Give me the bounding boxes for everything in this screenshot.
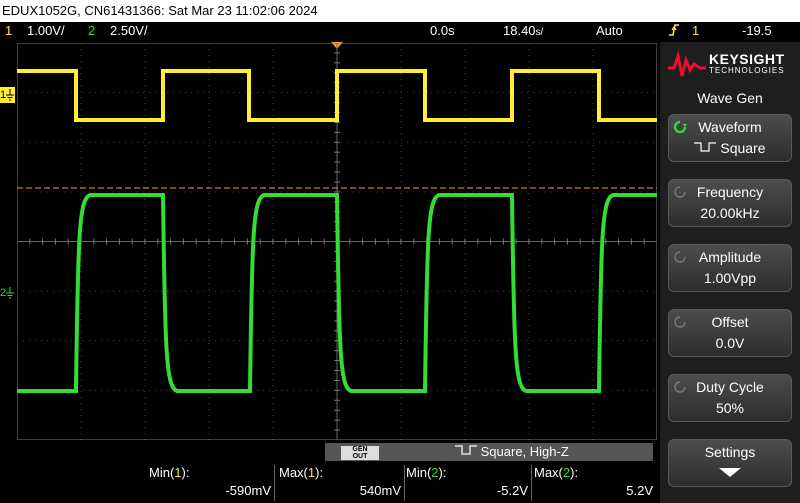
measurement-label-post: ):: [570, 465, 579, 480]
softkey-value: 1.00Vpp: [703, 270, 757, 286]
measurement-value: 5.2V: [626, 483, 653, 498]
measurement-label-pre: Max(: [279, 465, 308, 480]
softkey-label: Waveform: [698, 119, 762, 135]
trigger-mode[interactable]: Auto: [596, 22, 623, 40]
ch1-ground-marker[interactable]: 1: [0, 87, 15, 103]
softkey-amplitude[interactable]: Amplitude 1.00Vpp: [668, 244, 792, 292]
gen-out-line2: OUT: [352, 453, 368, 460]
measurement-label-post: ):: [181, 465, 190, 480]
trigger-level[interactable]: -19.5: [742, 22, 772, 40]
gen-out-line1: GEN: [352, 446, 368, 453]
ground-icon: [6, 287, 14, 299]
softkey-settings[interactable]: Settings: [668, 439, 792, 487]
time-offset[interactable]: 0.0s: [430, 22, 455, 40]
ch2-ground-marker[interactable]: 2: [0, 285, 15, 301]
measurement-label: Max(1):: [279, 465, 323, 480]
measurement-label-post: ):: [315, 465, 324, 480]
time-scale-unit: s/: [535, 27, 544, 38]
submenu-arrow-icon: [669, 465, 791, 481]
measurement-label-pre: Max(: [534, 465, 563, 480]
softkey-value: Square: [669, 140, 791, 156]
ch1-scale[interactable]: 1.00V/: [27, 22, 65, 40]
wavegen-summary-text: Square, High-Z: [480, 444, 569, 459]
measurement-channel: 2: [431, 465, 439, 480]
softkey-value: 50%: [715, 400, 745, 416]
measurement-value: 540mV: [359, 483, 401, 498]
square-wave-icon: [694, 142, 717, 152]
softkey-label: Amplitude: [698, 249, 762, 265]
gen-out-indicator: GEN OUT: [341, 446, 379, 460]
waveform-display[interactable]: [17, 43, 657, 440]
ch1-waveform: [17, 69, 657, 122]
measurement-label-pre: Min(: [149, 465, 175, 480]
measurement-min-ch2[interactable]: Min(2): -5.2V: [402, 463, 532, 503]
measurement-max-ch1[interactable]: Max(1): 540mV: [275, 463, 405, 503]
softkey-label: Offset: [711, 314, 749, 330]
ch2-number[interactable]: 2: [88, 22, 95, 40]
measurement-label: Max(2):: [534, 465, 578, 480]
softkey-value: 0.0V: [715, 335, 745, 351]
measurement-label: Min(1):: [149, 465, 189, 480]
softkey-frequency[interactable]: Frequency 20.00kHz: [668, 179, 792, 227]
measurement-min-ch1[interactable]: Min(1): -590mV: [145, 463, 275, 503]
ch2-scale[interactable]: 2.50V/: [110, 22, 148, 40]
measurement-label-post: ):: [438, 465, 447, 480]
trigger-channel[interactable]: 1: [692, 22, 699, 40]
brand-name: KEYSIGHT: [709, 51, 785, 67]
time-scale[interactable]: 18.40s/: [503, 22, 543, 42]
ch1-number[interactable]: 1: [5, 22, 12, 40]
square-wave-icon: [455, 445, 477, 455]
softkey-value: 20.00kHz: [700, 205, 760, 221]
ground-icon: [6, 89, 14, 101]
measurement-label-pre: Min(: [406, 465, 432, 480]
softkey-label: Frequency: [696, 184, 764, 200]
menu-title: Wave Gen: [697, 90, 763, 106]
softkey-duty-cycle[interactable]: Duty Cycle 50%: [668, 374, 792, 422]
time-scale-value: 18.40: [503, 23, 536, 38]
trigger-edge-icon: [668, 22, 680, 43]
measurement-max-ch2[interactable]: Max(2): 5.2V: [530, 463, 657, 503]
brand-subtitle: TECHNOLOGIES: [709, 66, 785, 75]
title-bar: EDUX1052G, CN61431366: Sat Mar 23 11:02:…: [0, 0, 800, 22]
softkey-label: Duty Cycle: [696, 379, 764, 395]
softkey-offset[interactable]: Offset 0.0V: [668, 309, 792, 357]
waveform-value: Square: [720, 140, 766, 156]
measurement-value: -5.2V: [496, 483, 528, 498]
measurement-channel: 1: [174, 465, 182, 480]
softkey-label: Settings: [704, 444, 756, 460]
status-bar: 1 1.00V/ 2 2.50V/ 0.0s 18.40s/ Auto 1 -1…: [0, 22, 800, 40]
measurement-value: -590mV: [225, 483, 271, 498]
softkey-waveform[interactable]: Waveform Square: [668, 114, 792, 162]
wavegen-summary: Square, High-Z: [455, 444, 569, 460]
measurement-label: Min(2):: [406, 465, 446, 480]
